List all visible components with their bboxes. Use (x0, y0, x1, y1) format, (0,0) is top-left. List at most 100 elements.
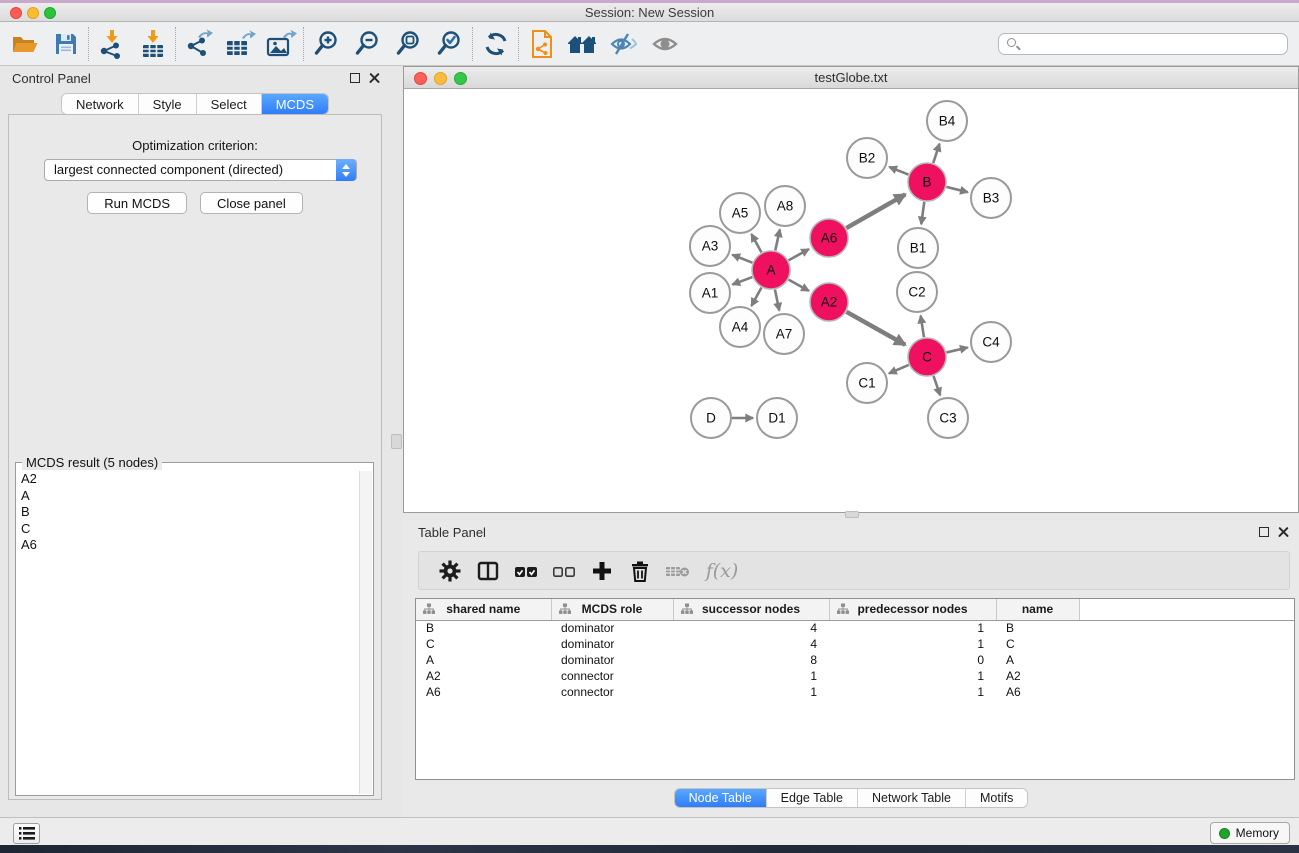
tab-network-table[interactable]: Network Table (858, 789, 966, 807)
delete-column-icon[interactable] (621, 554, 659, 588)
scrollbar[interactable] (359, 471, 372, 794)
export-table-icon[interactable] (219, 25, 260, 63)
graph-edge-C-C3[interactable] (934, 376, 941, 395)
table-row[interactable]: Bdominator41B (416, 620, 1294, 636)
tab-select[interactable]: Select (197, 94, 262, 114)
graph-node-A8[interactable]: A8 (765, 186, 805, 226)
zoom-selected-icon[interactable] (429, 25, 470, 63)
graph-edge-A-A6[interactable] (789, 249, 809, 260)
graph-edge-A-A5[interactable] (751, 234, 761, 252)
float-table-panel-icon[interactable] (1259, 527, 1269, 537)
import-table-icon[interactable] (132, 25, 173, 63)
import-network-icon[interactable] (91, 25, 132, 63)
column-chooser-icon[interactable] (469, 554, 507, 588)
graph-node-A6[interactable]: A6 (810, 219, 848, 257)
graph-node-C[interactable]: C (908, 338, 946, 376)
table-row[interactable]: A2connector11A2 (416, 668, 1294, 684)
list-item[interactable]: A6 (17, 537, 359, 554)
graph-edge-A-A1[interactable] (732, 277, 752, 284)
graph-node-A2[interactable]: A2 (810, 283, 848, 321)
graph-edge-A2-C[interactable] (846, 312, 905, 345)
graph-edge-A6-B[interactable] (846, 194, 905, 228)
add-column-icon[interactable] (583, 554, 621, 588)
function-builder-icon[interactable]: f(x) (697, 554, 747, 588)
graph-node-A5[interactable]: A5 (720, 193, 760, 233)
column-header-mcds-role[interactable]: MCDS role (551, 599, 673, 620)
graph-edge-B-B4[interactable] (933, 144, 939, 163)
graph-node-B[interactable]: B (908, 163, 946, 201)
graph-node-C2[interactable]: C2 (897, 272, 937, 312)
tab-node-table[interactable]: Node Table (675, 789, 767, 807)
first-neighbors-icon[interactable] (562, 25, 603, 63)
graph-edge-A-A3[interactable] (732, 255, 752, 263)
list-item[interactable]: A (17, 488, 359, 505)
graph-node-B4[interactable]: B4 (927, 101, 967, 141)
graph-node-B3[interactable]: B3 (971, 178, 1011, 218)
save-session-icon[interactable] (45, 25, 86, 63)
list-item[interactable]: C (17, 521, 359, 538)
memory-button[interactable]: Memory (1210, 822, 1290, 844)
graph-edge-B-B1[interactable] (921, 202, 924, 224)
graph-edge-A-A4[interactable] (751, 288, 761, 306)
network-window-titlebar[interactable]: testGlobe.txt (404, 67, 1298, 89)
select-all-icon[interactable] (507, 554, 545, 588)
graph-edge-B-B3[interactable] (946, 187, 967, 192)
graph-node-B2[interactable]: B2 (847, 138, 887, 178)
close-panel-icon[interactable] (369, 72, 380, 83)
column-header-successor-nodes[interactable]: successor nodes (673, 599, 829, 620)
deselect-all-icon[interactable] (545, 554, 583, 588)
run-mcds-button[interactable]: Run MCDS (87, 192, 187, 214)
graph-node-A4[interactable]: A4 (720, 307, 760, 347)
graph-edge-B-B2[interactable] (889, 167, 908, 175)
table-row[interactable]: Cdominator41C (416, 636, 1294, 652)
close-panel-button[interactable]: Close panel (200, 192, 303, 214)
show-all-icon[interactable] (644, 25, 685, 63)
optimization-criterion-select[interactable]: largest connected component (directed) (44, 159, 357, 181)
graph-edge-C-C4[interactable] (946, 347, 967, 352)
table-row[interactable]: Adominator80A (416, 652, 1294, 668)
column-header-predecessor-nodes[interactable]: predecessor nodes (829, 599, 996, 620)
zoom-in-icon[interactable] (306, 25, 347, 63)
search-input[interactable] (998, 33, 1288, 55)
open-session-icon[interactable] (4, 25, 45, 63)
splitter-handle[interactable] (845, 511, 859, 518)
settings-gear-icon[interactable] (431, 554, 469, 588)
list-item[interactable]: B (17, 504, 359, 521)
tab-style[interactable]: Style (139, 94, 197, 114)
tab-motifs[interactable]: Motifs (966, 789, 1027, 807)
column-header-shared-name[interactable]: shared name (416, 599, 551, 620)
graph-node-A3[interactable]: A3 (690, 226, 730, 266)
graph-node-A1[interactable]: A1 (690, 273, 730, 313)
graph-edge-A-A8[interactable] (775, 229, 780, 250)
graph-node-C1[interactable]: C1 (847, 363, 887, 403)
zoom-out-icon[interactable] (347, 25, 388, 63)
column-header-name[interactable]: name (996, 599, 1079, 620)
graph-node-C3[interactable]: C3 (928, 398, 968, 438)
tab-network[interactable]: Network (62, 94, 139, 114)
export-image-icon[interactable] (260, 25, 301, 63)
graph-edge-C-C1[interactable] (889, 365, 909, 374)
export-network-icon[interactable] (178, 25, 219, 63)
graph-node-B1[interactable]: B1 (898, 228, 938, 268)
close-table-panel-icon[interactable] (1278, 526, 1289, 537)
float-panel-icon[interactable] (350, 73, 360, 83)
zoom-fit-icon[interactable] (388, 25, 429, 63)
tab-mcds[interactable]: MCDS (262, 94, 328, 114)
graph-node-C4[interactable]: C4 (971, 322, 1011, 362)
graph-node-A7[interactable]: A7 (764, 314, 804, 354)
graph-node-A[interactable]: A (752, 251, 790, 289)
hide-selected-icon[interactable] (603, 25, 644, 63)
show-panels-button[interactable] (13, 823, 40, 844)
delete-table-icon[interactable] (659, 554, 697, 588)
list-item[interactable]: A2 (17, 471, 359, 488)
refresh-icon[interactable] (475, 25, 516, 63)
graph-edge-A-A2[interactable] (789, 280, 809, 291)
scrollbar-nub[interactable] (391, 434, 402, 449)
new-network-icon[interactable] (521, 25, 562, 63)
graph-edge-C-C2[interactable] (921, 316, 924, 338)
graph-node-D[interactable]: D (691, 398, 731, 438)
window-titlebar[interactable]: Session: New Session (0, 3, 1299, 22)
table-row[interactable]: A6connector11A6 (416, 684, 1294, 700)
tab-edge-table[interactable]: Edge Table (767, 789, 858, 807)
graph-edge-A-A7[interactable] (775, 290, 779, 311)
